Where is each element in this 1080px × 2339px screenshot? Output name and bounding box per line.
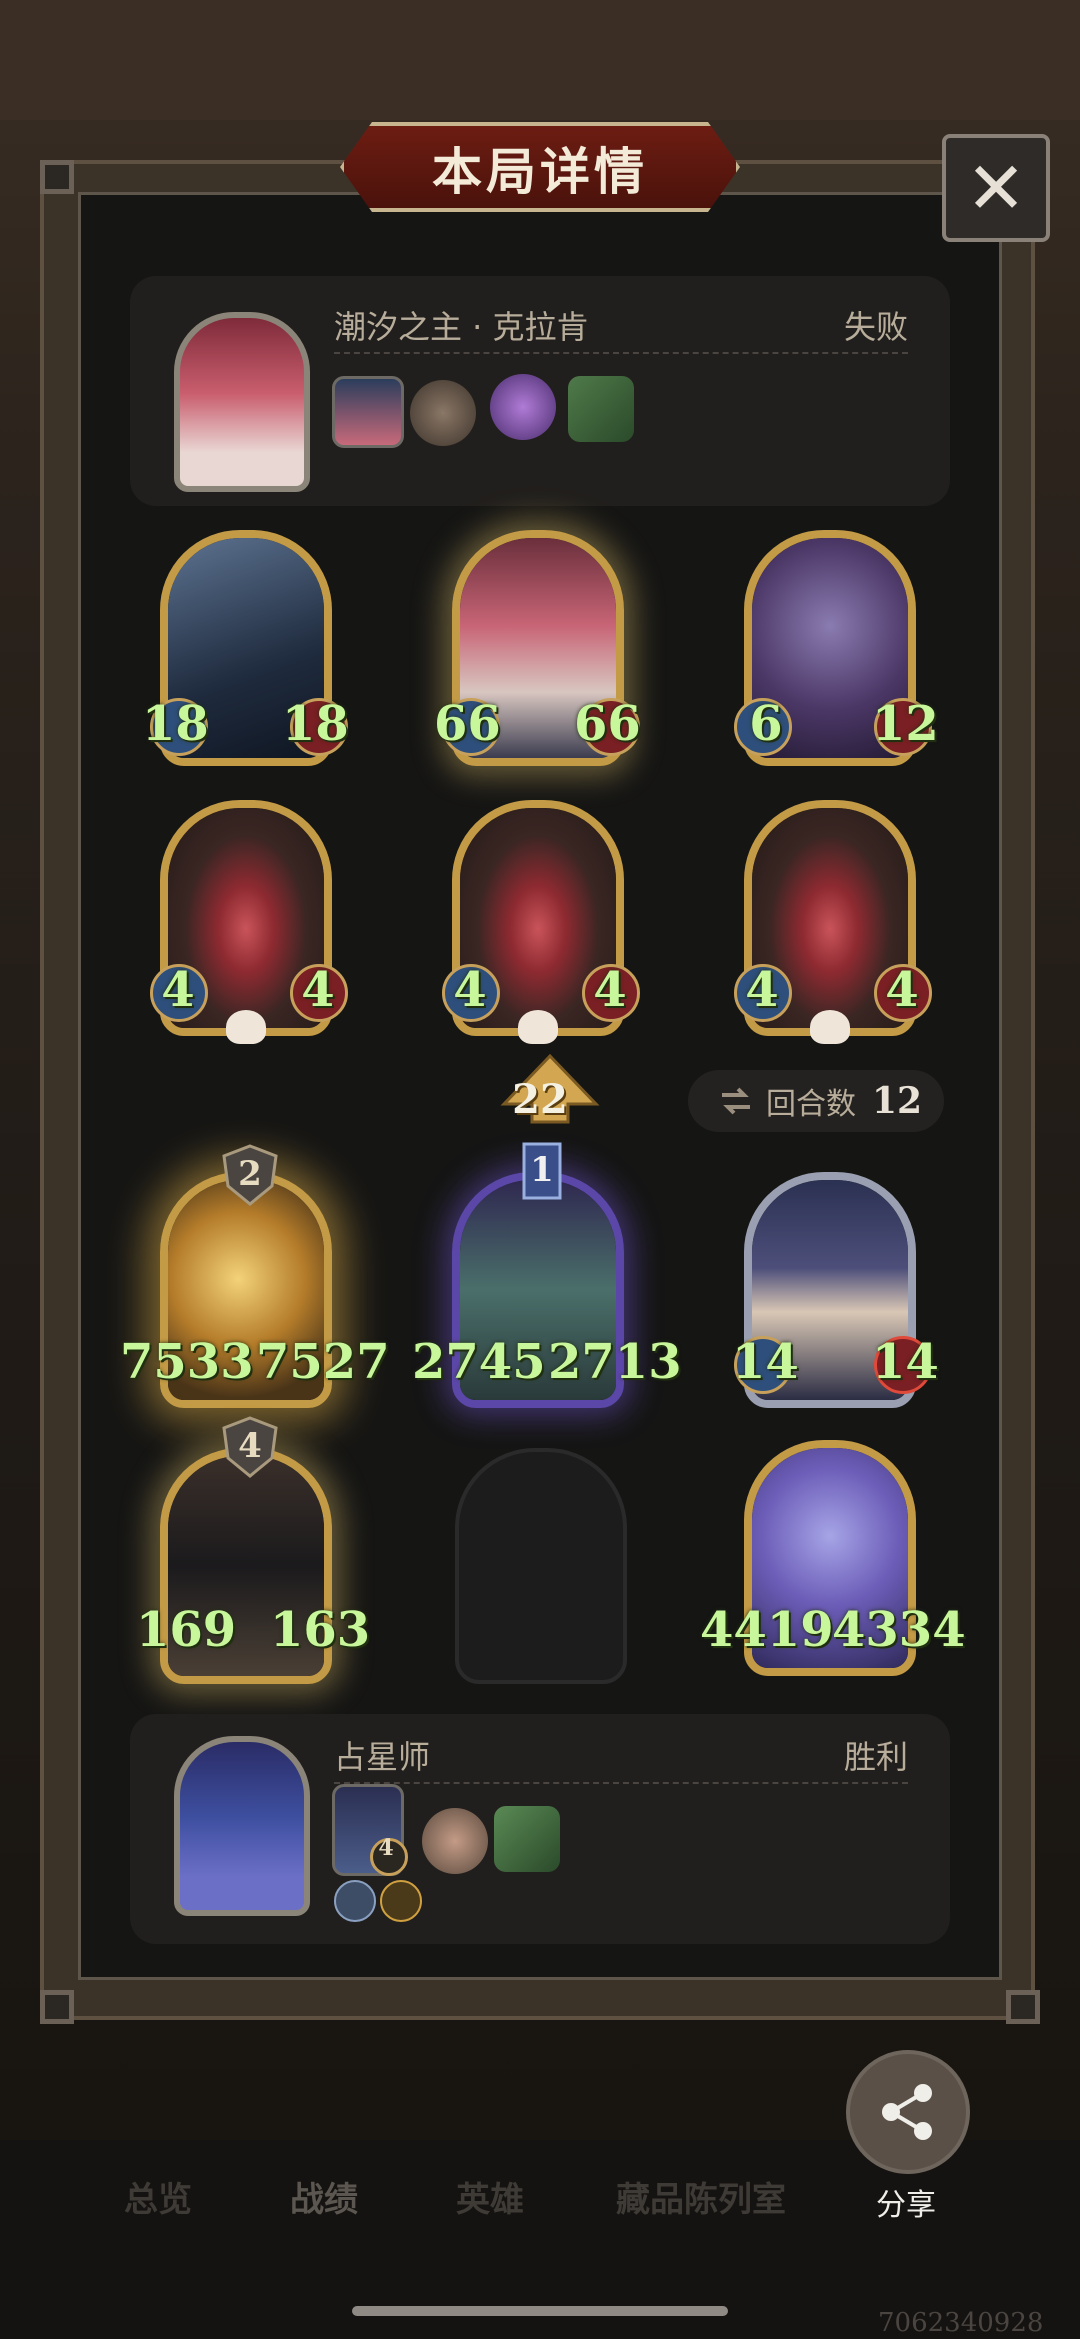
tavern-wall <box>0 0 1080 120</box>
share-icon <box>882 2084 932 2140</box>
health-value: 66 <box>574 696 641 752</box>
health-value: 18 <box>282 696 349 752</box>
health-value: 4 <box>593 962 627 1018</box>
tier-value: 1 <box>530 1150 554 1190</box>
nav-heroes[interactable]: 英雄 <box>456 2172 524 2221</box>
share-button[interactable] <box>846 2050 970 2174</box>
orb-icon[interactable] <box>490 374 556 440</box>
opponent-result: 失败 <box>843 308 908 346</box>
health-value: 163 <box>270 1602 371 1658</box>
nav-records[interactable]: 战绩 <box>290 2172 358 2221</box>
attack-value: 7533 <box>120 1334 254 1390</box>
player-hero-portrait[interactable] <box>174 1736 310 1916</box>
health-value: 12 <box>872 696 939 752</box>
compass-icon[interactable] <box>410 380 476 446</box>
round-indicator: 回合数 12 <box>688 1070 944 1132</box>
divider <box>334 352 908 354</box>
swap-icon <box>722 1087 750 1115</box>
divider <box>334 1782 908 1784</box>
tier-value: 2 <box>238 1154 262 1194</box>
frame-corner <box>1006 1990 1040 2024</box>
attack-value: 4 <box>453 962 487 1018</box>
attack-value: 4419 <box>700 1602 834 1658</box>
nav-overview[interactable]: 总览 <box>124 2172 192 2221</box>
home-indicator[interactable] <box>352 2306 728 2316</box>
hero-power-icon[interactable] <box>332 376 404 448</box>
share-label: 分享 <box>876 2188 936 2223</box>
hero-level: 4 <box>378 1835 394 1861</box>
frame-corner <box>40 1990 74 2024</box>
attack-value: 14 <box>732 1334 799 1390</box>
skull-icon <box>226 1010 266 1044</box>
health-value: 4 <box>885 962 919 1018</box>
opponent-name: 潮汐之主 · 克拉肯 <box>334 308 589 346</box>
attack-value: 66 <box>434 696 501 752</box>
opponent-hero-portrait[interactable] <box>174 312 310 492</box>
player-result: 胜利 <box>843 1738 908 1776</box>
attack-value: 18 <box>142 696 209 752</box>
health-value: 4 <box>301 962 335 1018</box>
attack-value: 2745 <box>412 1334 546 1390</box>
attack-value: 4 <box>161 962 195 1018</box>
frame-corner <box>40 160 74 194</box>
nav-collection[interactable]: 藏品陈列室 <box>616 2172 786 2221</box>
book-icon[interactable] <box>494 1806 560 1872</box>
attack-value: 6 <box>749 696 783 752</box>
close-button[interactable]: ✕ <box>942 134 1050 242</box>
upgrade-count: 22 <box>512 1076 568 1123</box>
skull-icon <box>810 1010 850 1044</box>
attack-value: 169 <box>136 1602 237 1658</box>
book-icon[interactable] <box>568 376 634 442</box>
skull-icon <box>518 1010 558 1044</box>
dialog-title: 本局详情 <box>432 143 648 201</box>
round-label: 回合数 <box>766 1087 856 1122</box>
player-name: 占星师 <box>334 1738 431 1776</box>
watermark: 7062340928 <box>878 2308 1044 2338</box>
health-value: 7527 <box>256 1334 390 1390</box>
round-value: 12 <box>872 1080 923 1122</box>
tier-value: 4 <box>238 1426 262 1466</box>
attack-value: 4 <box>745 962 779 1018</box>
compass-icon[interactable] <box>422 1808 488 1874</box>
strength-buff-icon[interactable] <box>380 1880 422 1922</box>
sword-buff-icon[interactable] <box>334 1880 376 1922</box>
close-icon: ✕ <box>965 146 1027 230</box>
health-value: 4334 <box>832 1602 966 1658</box>
health-value: 14 <box>872 1334 939 1390</box>
health-value: 2713 <box>548 1334 682 1390</box>
empty-minion-slot <box>455 1448 627 1684</box>
